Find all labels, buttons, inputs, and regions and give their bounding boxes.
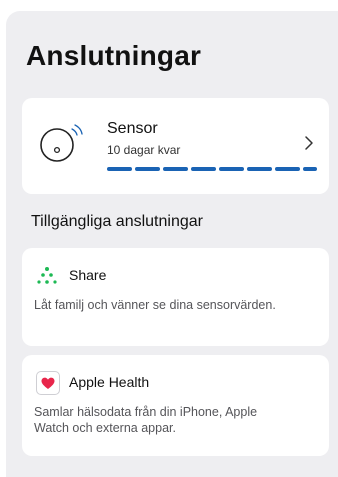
sensor-remaining: 10 dagar kvar: [107, 143, 181, 157]
progress-segment: [191, 167, 216, 171]
apple-health-icon: [36, 371, 60, 395]
apple-health-description: Samlar hälsodata från din iPhone, Apple …: [34, 405, 258, 435]
progress-segment: [275, 167, 300, 171]
page-title: Anslutningar: [26, 40, 202, 71]
progress-segment: [135, 167, 160, 171]
progress-segment: [247, 167, 272, 171]
sensor-card[interactable]: Sensor 10 dagar kvar: [22, 98, 329, 194]
share-card[interactable]: Share Låt familj och vänner se dina sens…: [22, 248, 329, 346]
sensor-progress-bar: [107, 167, 317, 171]
progress-segment: [163, 167, 188, 171]
sensor-name: Sensor: [107, 120, 158, 137]
apple-health-card[interactable]: Apple Health Samlar hälsodata från din i…: [22, 355, 329, 456]
share-name: Share: [69, 267, 107, 283]
share-dots-icon: [37, 267, 57, 284]
progress-segment: [219, 167, 244, 171]
sensor-icon: [40, 124, 83, 162]
connections-panel: Anslutningar Sensor 10 dagar kvar Tillgä…: [6, 11, 338, 477]
progress-segment: [107, 167, 132, 171]
chevron-right-icon[interactable]: [304, 135, 314, 151]
share-description: Låt familj och vänner se dina sensorvärd…: [34, 298, 276, 312]
heart-icon: [41, 377, 55, 389]
section-title: Tillgängliga anslutningar: [31, 213, 203, 230]
progress-segment: [303, 167, 317, 171]
apple-health-name: Apple Health: [69, 374, 150, 390]
